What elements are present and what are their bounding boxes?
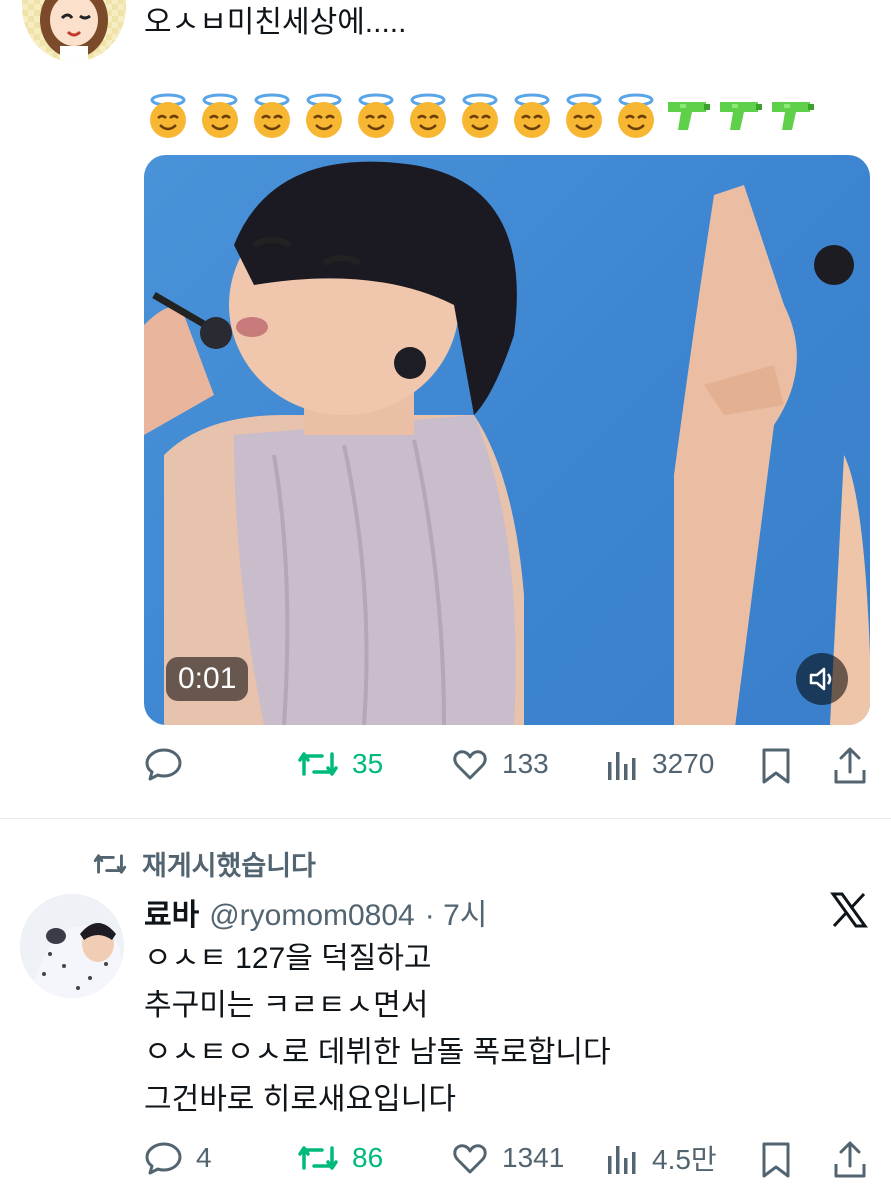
user-handle[interactable]: @ryomom0804 — [209, 899, 415, 933]
smiling-face-with-halo-icon — [508, 92, 556, 140]
water-pistol-icon — [768, 92, 816, 140]
smiling-face-with-halo-icon — [404, 92, 452, 140]
x-logo-icon — [830, 892, 868, 933]
tweet2-header: 료바 @ryomom0804 · 7시 — [144, 890, 487, 934]
share-icon — [834, 1141, 866, 1178]
reply-icon — [145, 1142, 182, 1175]
retweet-count: 86 — [352, 1142, 384, 1173]
smiling-face-with-halo-icon — [196, 92, 244, 140]
retweeted-label: 재게시했습니다 — [92, 844, 316, 883]
retweet-button[interactable]: 35 — [296, 744, 383, 784]
cartoon-girl-icon — [22, 0, 126, 62]
performer-video-frame — [144, 161, 870, 725]
share-button[interactable] — [832, 746, 868, 791]
heart-icon — [453, 1144, 487, 1174]
tweet-divider — [0, 818, 891, 819]
like-button[interactable]: 133 — [450, 744, 549, 784]
reply-count: 4 — [196, 1142, 212, 1173]
speaker-muted-icon — [809, 667, 832, 691]
tweet1-avatar[interactable] — [22, 0, 126, 62]
retweet-icon — [93, 853, 127, 874]
smiling-face-with-halo-icon — [560, 92, 608, 140]
smiling-face-with-halo-icon — [300, 92, 348, 140]
views-count: 4.5만 — [652, 1144, 717, 1175]
retweet-button[interactable]: 86 — [296, 1138, 383, 1178]
retweet-icon — [298, 752, 338, 776]
reply-button[interactable] — [144, 744, 196, 784]
like-button[interactable]: 1341 — [450, 1138, 564, 1178]
tweet1-text-line1: 오ㅅㅂ미친세상에..... — [144, 6, 407, 39]
views-button[interactable]: 3270 — [604, 744, 714, 784]
smiling-face-with-halo-icon — [352, 92, 400, 140]
views-chart-icon — [608, 752, 636, 780]
reply-icon — [145, 748, 182, 781]
smiling-face-with-halo-icon — [456, 92, 504, 140]
tweet2-line-4: 그건바로 히로새요입니다 — [144, 1083, 456, 1116]
mute-toggle-button[interactable] — [796, 653, 848, 705]
tweet2-avatar[interactable] — [20, 894, 124, 998]
views-count: 3270 — [652, 748, 715, 779]
like-count: 1341 — [502, 1142, 565, 1173]
bookmark-button[interactable] — [758, 1140, 794, 1185]
water-pistol-icon — [664, 92, 712, 140]
share-button[interactable] — [832, 1140, 868, 1185]
tweet2-line-2: 추구미는 ㅋㄹㅌㅅ면서 — [144, 989, 429, 1022]
tweet2-line-3: ㅇㅅㅌㅇㅅ로 데뷔한 남돌 폭로합니다 — [144, 1036, 611, 1069]
bookmark-icon — [762, 1142, 790, 1178]
profile-photo — [20, 894, 124, 998]
views-chart-icon — [608, 1146, 636, 1174]
smiling-face-with-halo-icon — [612, 92, 660, 140]
bookmark-button[interactable] — [758, 746, 794, 791]
bookmark-icon — [762, 748, 790, 784]
like-count: 133 — [502, 748, 549, 779]
retweet-count: 35 — [352, 748, 384, 779]
reply-button[interactable]: 4 — [144, 1138, 212, 1178]
retweeted-text: 재게시했습니다 — [142, 851, 316, 881]
retweet-icon — [298, 1146, 338, 1170]
video-time-badge: 0:01 — [166, 657, 249, 701]
tweet2-line-1: ㅇㅅㅌ 127을 덕질하고 — [144, 942, 432, 975]
tweet1-emoji-line — [144, 92, 816, 140]
tweet-time[interactable]: · 7시 — [425, 890, 488, 934]
tweet1-video[interactable]: 0:01 — [144, 155, 870, 725]
smiling-face-with-halo-icon — [248, 92, 296, 140]
display-name[interactable]: 료바 — [144, 890, 199, 934]
water-pistol-icon — [716, 92, 764, 140]
smiling-face-with-halo-icon — [144, 92, 192, 140]
views-button[interactable]: 4.5만 — [604, 1138, 717, 1178]
share-icon — [834, 747, 866, 784]
heart-icon — [453, 750, 487, 780]
